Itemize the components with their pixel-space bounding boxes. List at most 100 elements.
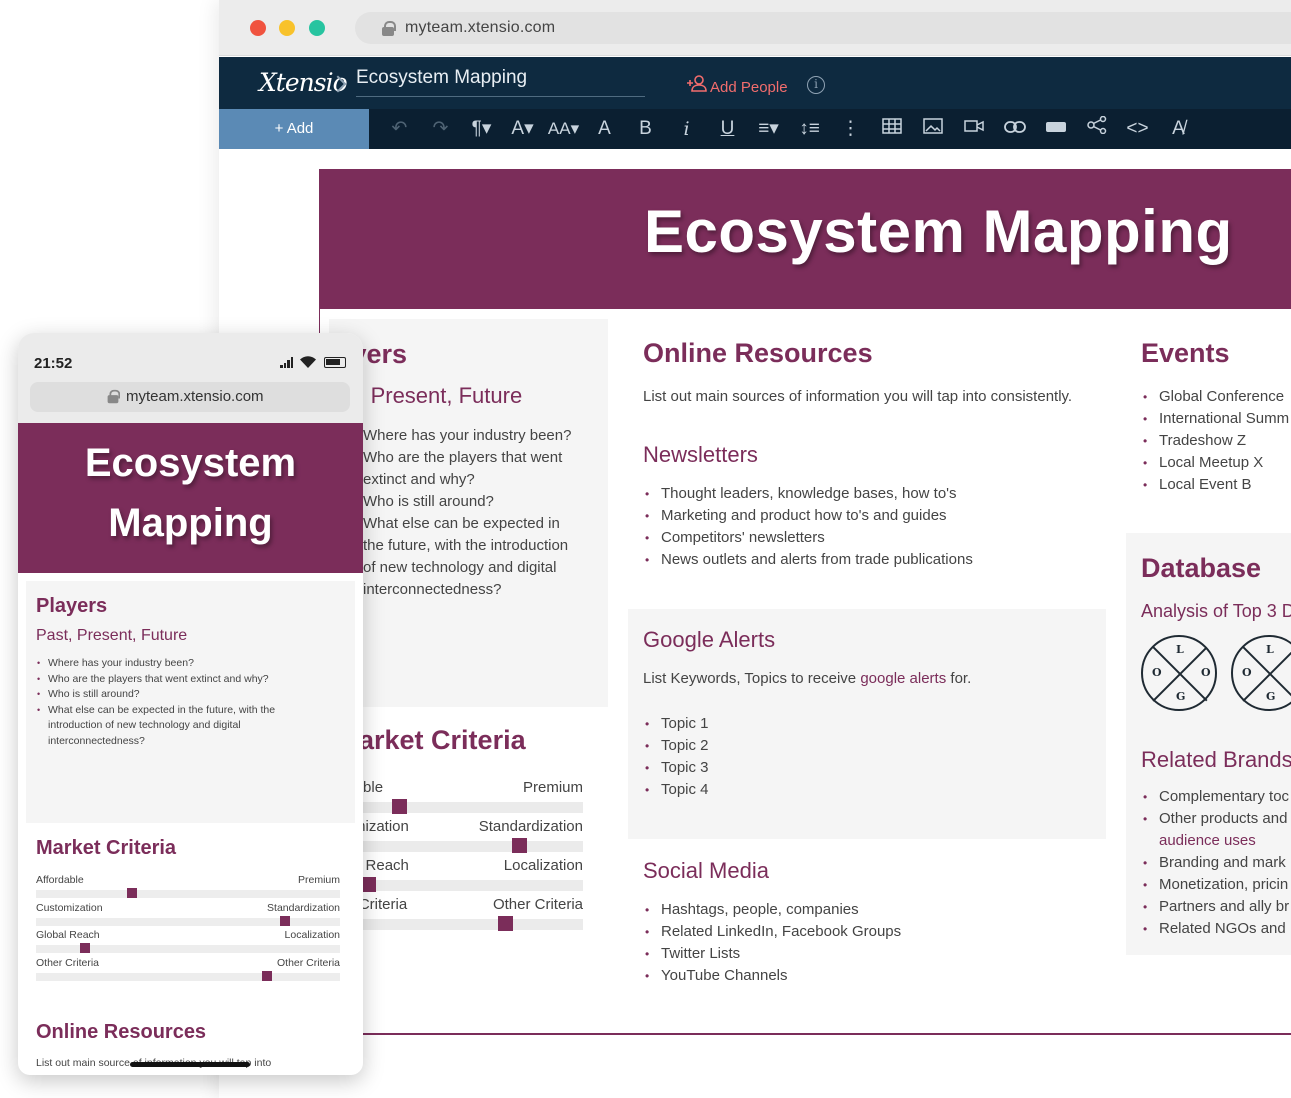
players-text[interactable]: Where has your industry been? Who are th… xyxy=(363,425,603,601)
list-item-link[interactable]: audience uses xyxy=(1159,832,1256,849)
criteria-slider-track[interactable] xyxy=(36,918,340,926)
line-height-icon[interactable]: ↕≡ xyxy=(789,109,830,149)
browser-chrome: myteam.xtensio.com xyxy=(219,0,1291,56)
phone-criteria-row: Other Criteria Other Criteria xyxy=(36,957,340,985)
italic-icon[interactable]: i xyxy=(666,109,707,149)
google-alerts-link[interactable]: google alerts xyxy=(860,670,946,687)
criteria-right-label: Premium xyxy=(522,779,583,796)
criteria-slider-handle[interactable] xyxy=(512,838,527,853)
phone-market-criteria-title[interactable]: Market Criteria xyxy=(36,837,176,860)
players-line: What else can be expected in xyxy=(363,515,560,532)
criteria-slider-track[interactable] xyxy=(36,973,340,981)
undo-icon[interactable]: ↶ xyxy=(379,109,420,149)
social-media-title[interactable]: Social Media xyxy=(643,858,769,884)
minimize-window-button[interactable] xyxy=(279,20,295,36)
paragraph-icon[interactable]: ¶▾ xyxy=(461,109,502,149)
criteria-slider-handle[interactable] xyxy=(392,799,407,814)
phone-clock: 21:52 xyxy=(34,355,73,372)
competitor-logo[interactable]: L O G O xyxy=(1141,635,1217,711)
video-icon[interactable] xyxy=(953,109,994,149)
criteria-row: her Criteria Other Criteria xyxy=(333,896,583,935)
database-subtitle[interactable]: Analysis of Top 3 Di xyxy=(1141,601,1291,622)
code-icon[interactable]: <> xyxy=(1117,109,1158,149)
phone-online-resources-title[interactable]: Online Resources xyxy=(36,1021,206,1044)
criteria-slider-handle[interactable] xyxy=(127,888,137,898)
button-icon[interactable] xyxy=(1035,109,1076,149)
list-item: Who is still around? xyxy=(36,687,326,703)
maximize-window-button[interactable] xyxy=(309,20,325,36)
document-title-input[interactable]: Ecosystem Mapping xyxy=(356,67,645,97)
phone-players-list[interactable]: Where has your industry been? Who are th… xyxy=(36,656,326,749)
events-title[interactable]: Events xyxy=(1141,338,1230,369)
criteria-slider-track[interactable] xyxy=(333,802,583,813)
add-block-button[interactable]: + Add xyxy=(219,109,369,149)
google-alerts-title[interactable]: Google Alerts xyxy=(643,627,775,653)
criteria-right-label: Standardization xyxy=(478,818,583,835)
lock-icon xyxy=(107,389,121,404)
image-icon[interactable] xyxy=(912,109,953,149)
phone-banner: Ecosystem Mapping xyxy=(18,423,363,573)
criteria-left-label: Global Reach xyxy=(36,929,100,941)
add-people-label: Add People xyxy=(710,79,788,96)
market-criteria-title[interactable]: arket Criteria xyxy=(359,725,526,756)
list-item: Other products and audience uses xyxy=(1141,808,1289,852)
events-list[interactable]: Global Conference International Summ Tra… xyxy=(1141,386,1289,496)
newsletters-title[interactable]: Newsletters xyxy=(643,442,758,468)
criteria-right-label: Other Criteria xyxy=(276,957,340,969)
related-brands-list[interactable]: Complementary toc Other products and audi… xyxy=(1141,786,1289,940)
criteria-slider-handle[interactable] xyxy=(498,916,513,931)
lock-icon xyxy=(382,21,396,36)
bold-icon[interactable]: B xyxy=(625,109,666,149)
wifi-icon xyxy=(300,356,316,368)
address-bar[interactable]: myteam.xtensio.com xyxy=(355,12,1291,44)
criteria-right-label: Premium xyxy=(297,874,340,886)
list-item: News outlets and alerts from trade publi… xyxy=(643,549,973,571)
more-icon[interactable]: ⋮ xyxy=(830,109,871,149)
font-color-icon[interactable]: A▾ xyxy=(502,109,543,149)
phone-players-subtitle[interactable]: Past, Present, Future xyxy=(36,627,187,645)
online-resources-intro[interactable]: List out main sources of information you… xyxy=(643,386,1103,408)
table-icon[interactable] xyxy=(871,109,912,149)
redo-icon[interactable]: ↷ xyxy=(420,109,461,149)
criteria-slider-track[interactable] xyxy=(333,919,583,930)
phone-address-bar[interactable]: myteam.xtensio.com xyxy=(30,382,350,412)
underline-icon[interactable]: U xyxy=(707,109,748,149)
list-item: Tradeshow Z xyxy=(1141,430,1289,452)
align-icon[interactable]: ≡▾ xyxy=(748,109,789,149)
criteria-slider-handle[interactable] xyxy=(361,877,376,892)
criteria-slider-track[interactable] xyxy=(333,841,583,852)
mobile-phone-preview: 21:52 myteam.xtensio.com Ecosystem Mappi… xyxy=(18,333,363,1075)
related-brands-title[interactable]: Related Brands xyxy=(1141,747,1291,773)
clear-format-icon[interactable]: A̸ xyxy=(1158,109,1199,149)
players-line: of new technology and digital xyxy=(363,559,557,576)
info-icon[interactable]: i xyxy=(807,76,825,94)
list-item: Competitors' newsletters xyxy=(643,527,973,549)
phone-players-title[interactable]: Players xyxy=(36,595,107,618)
criteria-slider-handle[interactable] xyxy=(280,916,290,926)
competitor-logo[interactable]: L O G xyxy=(1231,635,1291,711)
players-line: extinct and why? xyxy=(363,471,475,488)
banner-title[interactable]: Ecosystem Mapping xyxy=(644,197,1233,266)
criteria-slider-handle[interactable] xyxy=(80,943,90,953)
add-people-button[interactable]: Add People xyxy=(684,74,788,96)
link-icon[interactable] xyxy=(994,109,1035,149)
newsletters-list[interactable]: Thought leaders, knowledge bases, how to… xyxy=(643,483,973,571)
criteria-slider-handle[interactable] xyxy=(262,971,272,981)
editor-toolbar: + Add ↶ ↷ ¶▾ A▾ AA▾ A B i U ≡▾ ↕≡ ⋮ <> A… xyxy=(219,109,1291,149)
social-media-list[interactable]: Hashtags, people, companies Related Link… xyxy=(643,899,901,987)
address-bar-url: myteam.xtensio.com xyxy=(405,19,556,36)
criteria-slider-track[interactable] xyxy=(36,890,340,898)
topics-list[interactable]: Topic 1 Topic 2 Topic 3 Topic 4 xyxy=(643,713,709,801)
google-alerts-intro[interactable]: List Keywords, Topics to receive google … xyxy=(643,668,971,690)
share-icon[interactable] xyxy=(1076,109,1117,149)
highlight-icon[interactable]: A xyxy=(584,109,625,149)
online-resources-title[interactable]: Online Resources xyxy=(643,338,873,369)
phone-banner-title[interactable]: Ecosystem Mapping xyxy=(18,433,363,553)
list-item-text: Other products and xyxy=(1159,810,1288,827)
database-title[interactable]: Database xyxy=(1141,553,1261,584)
font-size-icon[interactable]: AA▾ xyxy=(543,109,584,149)
list-item: Hashtags, people, companies xyxy=(643,899,901,921)
close-window-button[interactable] xyxy=(250,20,266,36)
home-indicator[interactable] xyxy=(130,1062,250,1067)
desktop-browser-window: myteam.xtensio.com Xtensio Ecosystem Map… xyxy=(219,0,1291,1098)
